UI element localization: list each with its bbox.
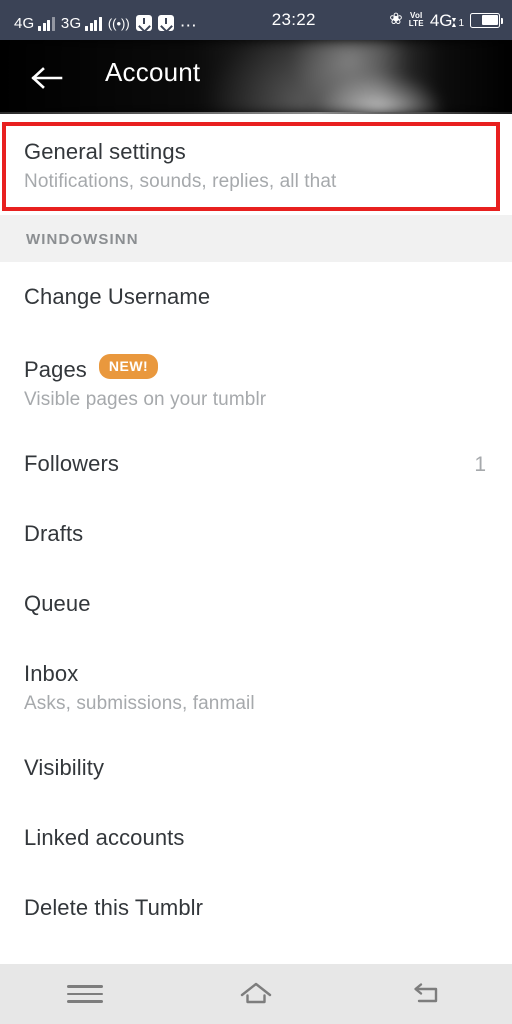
data-label: 4G [429,10,453,30]
list-item-followers[interactable]: Followers 1 [0,429,512,499]
list-item-subtitle: Visible pages on your tumblr [24,389,267,410]
ellipsis-icon: ⋯ [179,16,199,35]
status-bar: 4G 3G ((•)) ⋯ 23:22 ❀ VoI LTE 4G ▼ ▲ 1 [0,0,512,40]
battery-icon [470,12,503,28]
list-item-subtitle: Asks, submissions, fanmail [24,693,255,714]
home-icon [240,982,272,1004]
section-header-label: WINDOWSINN [26,231,139,248]
bluetooth-icon: ❀ [389,11,403,28]
list-item-title: Queue [24,591,91,616]
volte-icon: VoI LTE [409,12,424,28]
highlight-box [2,122,500,211]
network-indicator-1: 4G [14,16,55,31]
list-item-drafts[interactable]: Drafts [0,499,512,569]
status-bar-left: 4G 3G ((•)) ⋯ [0,9,199,35]
list-item-title: Change Username [24,284,211,309]
network-indicator-2: 3G [61,16,102,31]
list-item-queue[interactable]: Queue [0,569,512,639]
data-arrows-icon: ▼ ▲ [450,16,458,29]
network-label-1: 4G [14,15,35,32]
system-navigation-bar [0,964,512,1024]
back-arrow-icon[interactable] [30,66,64,90]
list-item-title: Inbox [24,661,79,686]
download-icon-2 [157,15,174,31]
list-item-change-username[interactable]: Change Username [0,262,512,332]
back-icon [413,983,437,1003]
status-bar-right: ❀ VoI LTE 4G ▼ ▲ 1 [389,12,512,29]
list-item-inbox[interactable]: Inbox Asks, submissions, fanmail [0,639,512,733]
general-settings-row[interactable]: General settings Notifications, sounds, … [0,114,512,215]
list-item-linked-accounts[interactable]: Linked accounts [0,803,512,873]
general-settings-title: General settings [24,139,186,164]
volte-bottom-label: LTE [408,19,424,28]
status-bar-center: 23:22 [198,10,389,30]
new-badge: NEW! [98,354,159,379]
network-label-2: 3G [60,15,82,32]
list-item-visibility[interactable]: Visibility [0,733,512,803]
section-header: WINDOWSINN [0,215,512,262]
menu-button[interactable] [0,964,171,1024]
settings-list: General settings Notifications, sounds, … [0,114,512,964]
list-item-title: Pages NEW! [24,354,488,383]
phone-screen: 4G 3G ((•)) ⋯ 23:22 ❀ VoI LTE 4G ▼ ▲ 1 A… [0,0,512,1024]
page-title: Account [105,57,201,87]
data-indicator: 4G ▼ ▲ 1 [430,12,464,29]
signal-bars-icon-1 [38,16,55,31]
list-item-title: Delete this Tumblr [24,895,204,920]
general-settings-subtitle: Notifications, sounds, replies, all that [24,171,337,192]
download-icon-1 [135,15,152,31]
signal-bars-icon-2 [85,16,102,31]
sim-index-label: 1 [458,17,464,29]
back-arrow-glyph [31,67,63,89]
list-item-title: Visibility [24,755,105,780]
home-button[interactable] [171,964,342,1024]
back-button[interactable] [341,964,512,1024]
list-item-label: Pages [24,357,87,382]
app-bar: Account [0,40,512,114]
list-item-delete-tumblr[interactable]: Delete this Tumblr [0,873,512,943]
menu-icon [67,980,104,1008]
followers-count: 1 [474,453,486,476]
list-item-title: Followers [24,451,120,476]
list-item-pages[interactable]: Pages NEW! Visible pages on your tumblr [0,332,512,429]
list-item-title: Drafts [24,521,84,546]
app-bar-background-image [0,40,512,114]
list-item-title: Linked accounts [24,825,185,850]
hotspot-icon: ((•)) [107,16,130,31]
clock: 23:22 [271,10,316,29]
